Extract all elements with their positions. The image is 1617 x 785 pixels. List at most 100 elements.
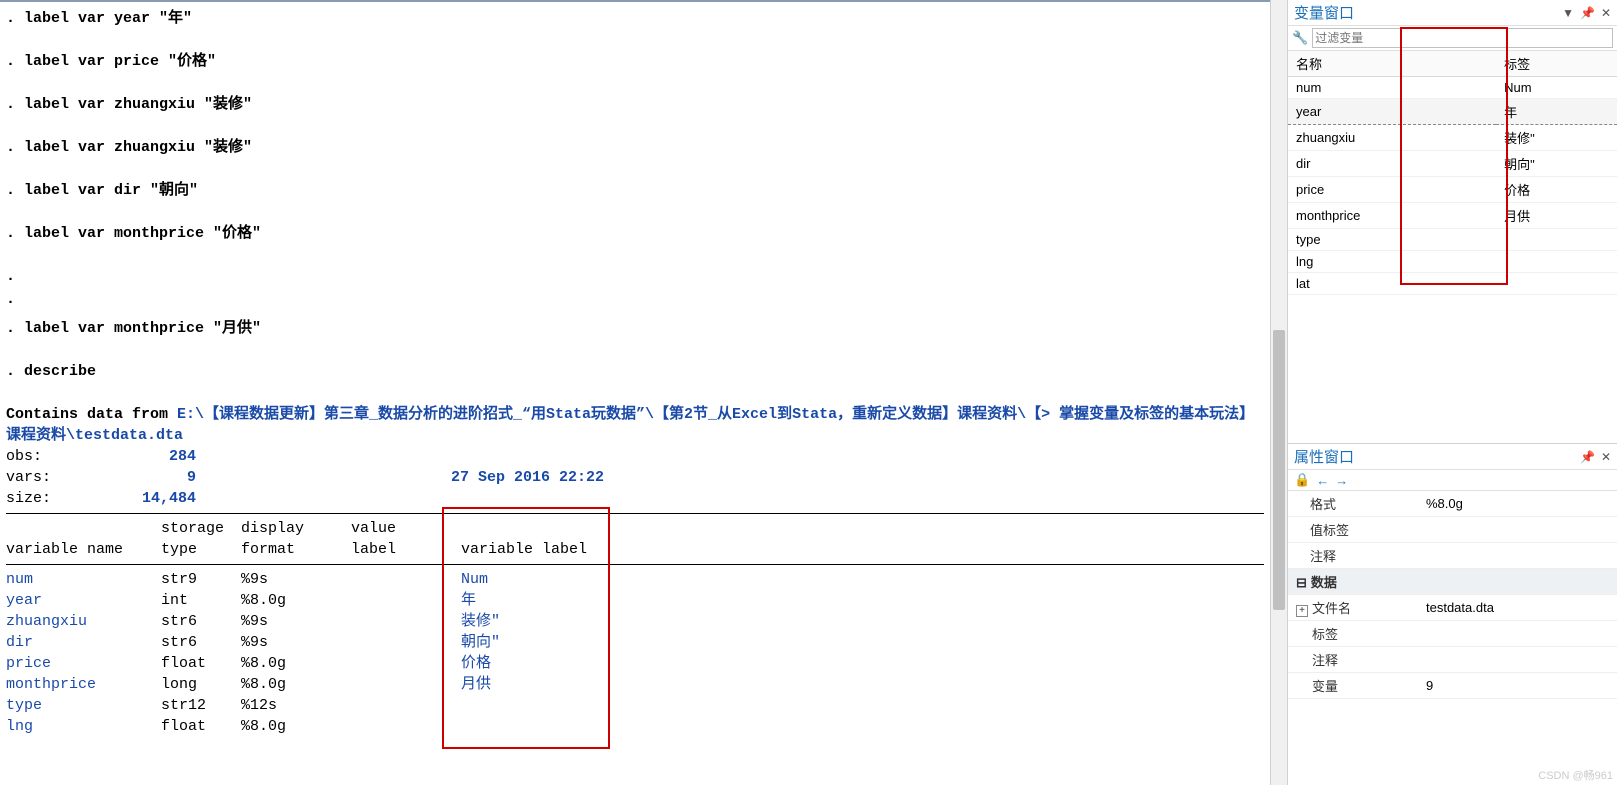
obs-label: obs: — [6, 446, 66, 467]
variables-row-label[interactable]: 价格 — [1496, 177, 1617, 203]
prev-arrow-icon[interactable]: ← — [1316, 473, 1329, 488]
prop-value[interactable] — [1418, 543, 1617, 569]
lock-icon[interactable]: 🔒 — [1294, 472, 1310, 488]
variables-row[interactable]: dir朝向" — [1288, 151, 1617, 177]
wrench-icon[interactable]: 🔧 — [1292, 30, 1308, 46]
cmd-line: . label var year "年" — [6, 8, 1264, 29]
variables-row-name[interactable]: zhuangxiu — [1288, 125, 1496, 151]
property-row[interactable]: 注释 — [1288, 543, 1617, 569]
var-type: str9 — [161, 569, 241, 590]
variables-row-label[interactable] — [1496, 251, 1617, 273]
prop-value[interactable]: 9 — [1418, 673, 1617, 699]
variables-row-label[interactable]: 装修" — [1496, 125, 1617, 151]
variables-row[interactable]: year年 — [1288, 99, 1617, 125]
variables-row-label[interactable] — [1496, 229, 1617, 251]
prop-value[interactable] — [1418, 517, 1617, 543]
cmd-line: . label var dir "朝向" — [6, 180, 1264, 201]
results-panel: . label var year "年" . label var price "… — [0, 0, 1270, 785]
pin-icon[interactable]: 📌 — [1580, 450, 1595, 464]
variables-filter-input[interactable] — [1312, 28, 1613, 48]
variables-row-name[interactable]: num — [1288, 77, 1496, 99]
property-row[interactable]: +文件名testdata.dta — [1288, 595, 1617, 621]
close-icon[interactable]: ✕ — [1601, 450, 1611, 464]
variables-table[interactable]: 名称 标签 numNumyear年zhuangxiu装修"dir朝向"price… — [1288, 51, 1617, 295]
prop-value[interactable] — [1418, 647, 1617, 673]
property-row[interactable]: 变量9 — [1288, 673, 1617, 699]
properties-panel: 属性窗口 📌 ✕ 🔒 ← → 格式%8.0g值标签注释⊟数据+文件名testda… — [1288, 443, 1617, 785]
properties-table: 格式%8.0g值标签注释⊟数据+文件名testdata.dta标签注释变量9 — [1288, 491, 1617, 699]
variables-row-name[interactable]: type — [1288, 229, 1496, 251]
cmd-line: . label var zhuangxiu "装修" — [6, 137, 1264, 158]
variables-panel-title: 变量窗口 ▼ 📌 ✕ — [1288, 0, 1617, 26]
cmd-line: . label var price "价格" — [6, 51, 1264, 72]
var-name-link[interactable]: num — [6, 569, 161, 590]
size-row: size: 14,484 — [6, 488, 1264, 509]
var-name-link[interactable]: year — [6, 590, 161, 611]
variables-row-name[interactable]: price — [1288, 177, 1496, 203]
property-row[interactable]: 格式%8.0g — [1288, 491, 1617, 517]
var-name-link[interactable]: lng — [6, 716, 161, 737]
expand-icon[interactable]: + — [1296, 605, 1308, 617]
collapse-icon[interactable]: ⊟ — [1296, 575, 1307, 590]
prop-value[interactable]: testdata.dta — [1418, 595, 1617, 621]
var-name-link[interactable]: type — [6, 695, 161, 716]
var-format: %8.0g — [241, 716, 351, 737]
vars-row: vars: 9 27 Sep 2016 22:22 — [6, 467, 1264, 488]
properties-panel-title: 属性窗口 📌 ✕ — [1288, 444, 1617, 470]
variables-row-name[interactable]: year — [1288, 99, 1496, 125]
results-scrollbar[interactable] — [1270, 0, 1287, 785]
properties-toolbar: 🔒 ← → — [1288, 470, 1617, 491]
scrollbar-thumb[interactable] — [1273, 330, 1285, 610]
variables-row-name[interactable]: lng — [1288, 251, 1496, 273]
contains-label: Contains data from — [6, 406, 177, 423]
variables-row-label[interactable] — [1496, 273, 1617, 295]
next-arrow-icon[interactable]: → — [1335, 473, 1348, 488]
variables-row-label[interactable]: Num — [1496, 77, 1617, 99]
variables-row-name[interactable]: dir — [1288, 151, 1496, 177]
variables-row-name[interactable]: lat — [1288, 273, 1496, 295]
variables-row-label[interactable]: 年 — [1496, 99, 1617, 125]
variables-row[interactable]: zhuangxiu装修" — [1288, 125, 1617, 151]
property-row[interactable]: 标签 — [1288, 621, 1617, 647]
var-format: %8.0g — [241, 590, 351, 611]
watermark: CSDN @畅961 — [1538, 767, 1613, 783]
datafile-path: E:\【课程数据更新】第三章_数据分析的进阶招式_“用Stata玩数据”\【第2… — [6, 406, 1254, 444]
prop-value[interactable]: %8.0g — [1418, 491, 1617, 517]
variables-row-label[interactable]: 朝向" — [1496, 151, 1617, 177]
var-type: str12 — [161, 695, 241, 716]
variables-row[interactable]: lng — [1288, 251, 1617, 273]
var-type: float — [161, 716, 241, 737]
variables-row[interactable]: price价格 — [1288, 177, 1617, 203]
property-group[interactable]: ⊟数据 — [1288, 569, 1617, 595]
property-row[interactable]: 注释 — [1288, 647, 1617, 673]
annotation-box-vlabel — [442, 507, 610, 749]
var-format: %9s — [241, 569, 351, 590]
var-name-link[interactable]: monthprice — [6, 674, 161, 695]
var-col-label[interactable]: 标签 — [1496, 51, 1617, 77]
filter-icon[interactable]: ▼ — [1562, 6, 1574, 20]
variables-row[interactable]: monthprice月供 — [1288, 203, 1617, 229]
variables-row[interactable]: type — [1288, 229, 1617, 251]
var-name-link[interactable]: zhuangxiu — [6, 611, 161, 632]
var-format: %9s — [241, 611, 351, 632]
property-row[interactable]: 值标签 — [1288, 517, 1617, 543]
var-format: %8.0g — [241, 653, 351, 674]
describe-row: zhuangxiustr6%9s装修" — [6, 611, 1261, 632]
var-col-name[interactable]: 名称 — [1288, 51, 1496, 77]
variables-row-label[interactable]: 月供 — [1496, 203, 1617, 229]
prop-value[interactable] — [1418, 621, 1617, 647]
prop-key: +文件名 — [1288, 595, 1418, 621]
variables-row-name[interactable]: monthprice — [1288, 203, 1496, 229]
variables-row[interactable]: numNum — [1288, 77, 1617, 99]
var-type: str6 — [161, 632, 241, 653]
describe-hr-mid — [6, 564, 1264, 565]
var-format: %9s — [241, 632, 351, 653]
var-type: long — [161, 674, 241, 695]
var-name-link[interactable]: dir — [6, 632, 161, 653]
close-icon[interactable]: ✕ — [1601, 6, 1611, 20]
var-name-link[interactable]: price — [6, 653, 161, 674]
pin-icon[interactable]: 📌 — [1580, 6, 1595, 20]
describe-body: numstr9%9sNumyearint%8.0g年zhuangxiustr6%… — [6, 569, 1261, 737]
var-type: int — [161, 590, 241, 611]
variables-row[interactable]: lat — [1288, 273, 1617, 295]
